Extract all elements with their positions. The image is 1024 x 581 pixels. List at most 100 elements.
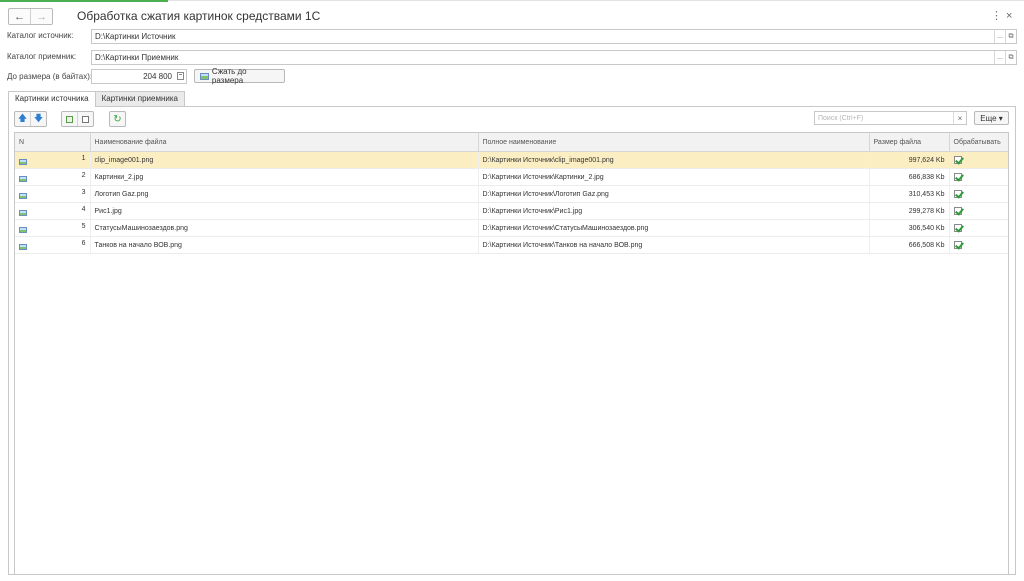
cell-file-name: Картинки_2.jpg [90, 168, 479, 186]
calculator-icon[interactable] [177, 72, 184, 80]
move-down-icon[interactable]: 🡇 [30, 112, 46, 126]
target-dir-label: Каталог приемник: [7, 52, 77, 61]
back-icon[interactable]: ← [9, 9, 30, 24]
search-input[interactable] [815, 112, 959, 124]
source-dir-value: D:\Картинки Источник [95, 32, 176, 41]
process-checkbox[interactable] [953, 224, 962, 232]
cell-n: 3 [15, 185, 91, 203]
table-row[interactable]: 2 Картинки_2.jpg D:\Картинки Источник\Карт… [15, 168, 1008, 186]
tab-target-pictures[interactable]: Картинки приемника [94, 91, 185, 106]
cell-full-name: D:\Картинки Источник\Логотип Gaz.png [478, 185, 870, 203]
column-header-full-name[interactable]: Полное наименование [478, 133, 870, 152]
cell-file-size: 666,508 Kb [869, 236, 950, 254]
picture-icon [200, 72, 209, 80]
image-file-icon [19, 227, 27, 233]
target-select-button[interactable]: ... [994, 51, 1005, 64]
cell-file-size: 310,453 Kb [869, 185, 950, 203]
size-field[interactable]: 204 800 [91, 69, 187, 84]
row-number: 5 [81, 223, 86, 230]
table-row[interactable]: 1 clip_image001.png D:\Картинки Источник\c… [15, 151, 1008, 169]
source-select-button[interactable]: ... [994, 30, 1005, 43]
close-icon[interactable]: × [1006, 8, 1012, 24]
tab-source-pictures[interactable]: Картинки источника [8, 91, 96, 107]
row-number: 4 [81, 206, 86, 213]
cell-file-name: Танков на начало ВОВ.png [90, 236, 479, 254]
table-row[interactable]: 4 Рис1.jpg D:\Картинки Источник\Рис1.jpg 29… [15, 202, 1008, 220]
image-file-icon [19, 159, 27, 165]
cell-file-size: 299,278 Kb [869, 202, 950, 220]
table-row[interactable]: 3 Логотип Gaz.png D:\Картинки Источник\Лог… [15, 185, 1008, 203]
row-number: 2 [81, 172, 86, 179]
compress-button[interactable]: Сжать до размера [194, 67, 285, 85]
cell-file-name: СтатусыМашинозаездов.png [90, 219, 479, 237]
source-dir-label: Каталог источник: [7, 31, 74, 40]
process-checkbox[interactable] [953, 241, 962, 249]
tab-bar: Картинки источника Картинки приемника [8, 91, 185, 107]
cell-file-size: 686,838 Kb [869, 168, 950, 186]
source-dir-field[interactable]: D:\Картинки Источник ... ⧉ [91, 29, 1017, 44]
column-header-process[interactable]: Обрабатывать [949, 133, 1008, 152]
duplicate-icon [80, 113, 89, 123]
top-divider [168, 0, 1024, 1]
cell-full-name: D:\Картинки Источник\Картинки_2.jpg [478, 168, 870, 186]
duplicate-button[interactable] [77, 112, 93, 126]
source-open-icon[interactable]: ⧉ [1005, 30, 1016, 43]
size-value: 204 800 [143, 72, 172, 81]
copy-button[interactable] [62, 112, 77, 126]
forward-icon[interactable]: → [30, 9, 52, 24]
move-buttons: 🡅 🡇 [14, 111, 47, 127]
table-body: 1 clip_image001.png D:\Картинки Источник\c… [15, 151, 1008, 254]
cell-process [949, 236, 1008, 254]
process-checkbox[interactable] [953, 190, 962, 198]
row-number: 1 [81, 155, 86, 162]
search-box: × [814, 111, 967, 125]
cell-process [949, 219, 1008, 237]
column-header-size[interactable]: Размер файла [869, 133, 950, 152]
cell-n: 2 [15, 168, 91, 186]
image-file-icon [19, 193, 27, 199]
active-tab-indicator [0, 0, 168, 2]
compress-button-label: Сжать до размера [211, 67, 247, 85]
cell-file-name: Рис1.jpg [90, 202, 479, 220]
cell-n: 1 [15, 151, 91, 169]
files-table: N Наименование файла Полное наименование… [14, 132, 1009, 575]
cell-file-name: clip_image001.png [90, 151, 479, 169]
row-number: 6 [81, 240, 86, 247]
cell-file-size: 306,540 Kb [869, 219, 950, 237]
column-header-n[interactable]: N [15, 133, 91, 152]
cell-full-name: D:\Картинки Источник\clip_image001.png [478, 151, 870, 169]
cell-full-name: D:\Картинки Источник\Рис1.jpg [478, 202, 870, 220]
image-file-icon [19, 244, 27, 250]
copy-icon [64, 113, 73, 123]
table-row[interactable]: 6 Танков на начало ВОВ.png D:\Картинки Ист… [15, 236, 1008, 254]
cell-process [949, 168, 1008, 186]
cell-process [949, 185, 1008, 203]
more-actions-icon[interactable]: ⋮ [991, 8, 1002, 24]
cell-file-size: 997,624 Kb [869, 151, 950, 169]
column-header-name[interactable]: Наименование файла [90, 133, 479, 152]
cell-full-name: D:\Картинки Источник\Танков на начало ВО… [478, 236, 870, 254]
process-checkbox[interactable] [953, 207, 962, 215]
copy-buttons [61, 111, 94, 127]
target-dir-field[interactable]: D:\Картинки Приемник ... ⧉ [91, 50, 1017, 65]
cell-n: 4 [15, 202, 91, 220]
navigation-buttons: ← → [8, 8, 53, 25]
size-label: До размера (в байтах): [7, 72, 93, 81]
cell-file-name: Логотип Gaz.png [90, 185, 479, 203]
refresh-icon[interactable]: ↻ [110, 112, 125, 126]
page-title: Обработка сжатия картинок средствами 1С [77, 9, 321, 23]
target-dir-value: D:\Картинки Приемник [95, 53, 179, 62]
cell-n: 5 [15, 219, 91, 237]
more-button[interactable]: Еще ▾ [974, 111, 1009, 125]
image-file-icon [19, 210, 27, 216]
refresh-group: ↻ [109, 111, 126, 127]
cell-n: 6 [15, 236, 91, 254]
target-open-icon[interactable]: ⧉ [1005, 51, 1016, 64]
table-row[interactable]: 5 СтатусыМашинозаездов.png D:\Картинки Ист… [15, 219, 1008, 237]
search-clear-icon[interactable]: × [953, 112, 966, 124]
cell-process [949, 202, 1008, 220]
move-up-icon[interactable]: 🡅 [15, 112, 30, 126]
cell-full-name: D:\Картинки Источник\СтатусыМашинозаездо… [478, 219, 870, 237]
process-checkbox[interactable] [953, 173, 962, 181]
process-checkbox[interactable] [953, 156, 962, 164]
